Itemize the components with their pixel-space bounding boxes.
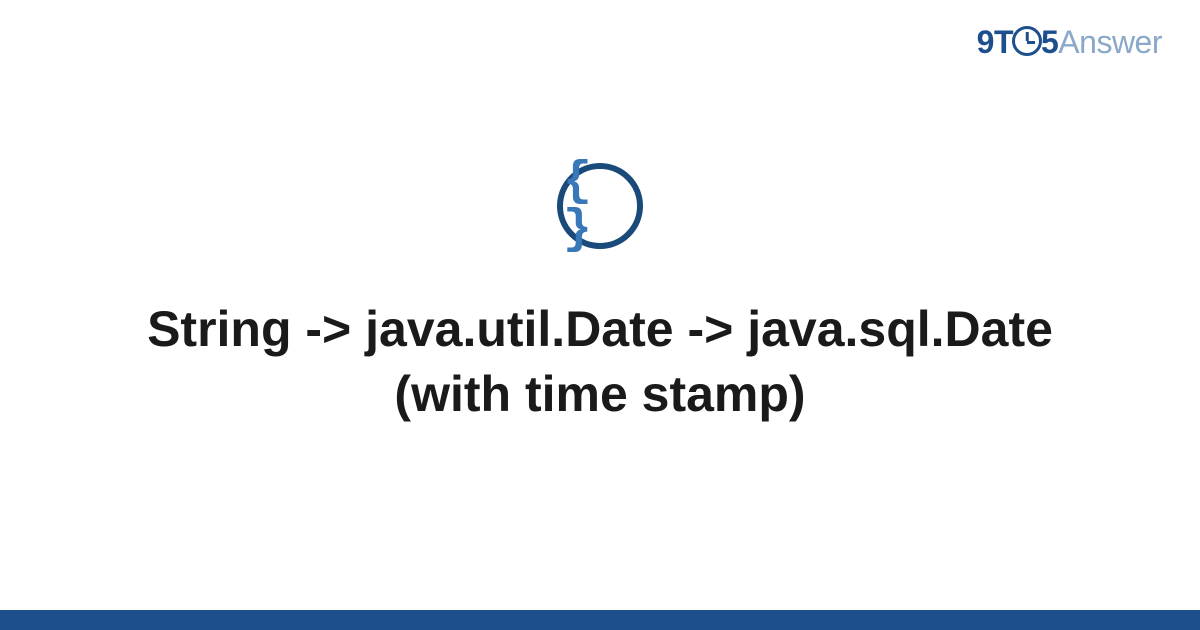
footer-bar bbox=[0, 610, 1200, 630]
question-title: String -> java.util.Date -> java.sql.Dat… bbox=[100, 297, 1100, 427]
main-content: { } String -> java.util.Date -> java.sql… bbox=[0, 0, 1200, 610]
code-braces-icon: { } bbox=[563, 158, 637, 254]
category-icon-container: { } bbox=[557, 163, 643, 249]
